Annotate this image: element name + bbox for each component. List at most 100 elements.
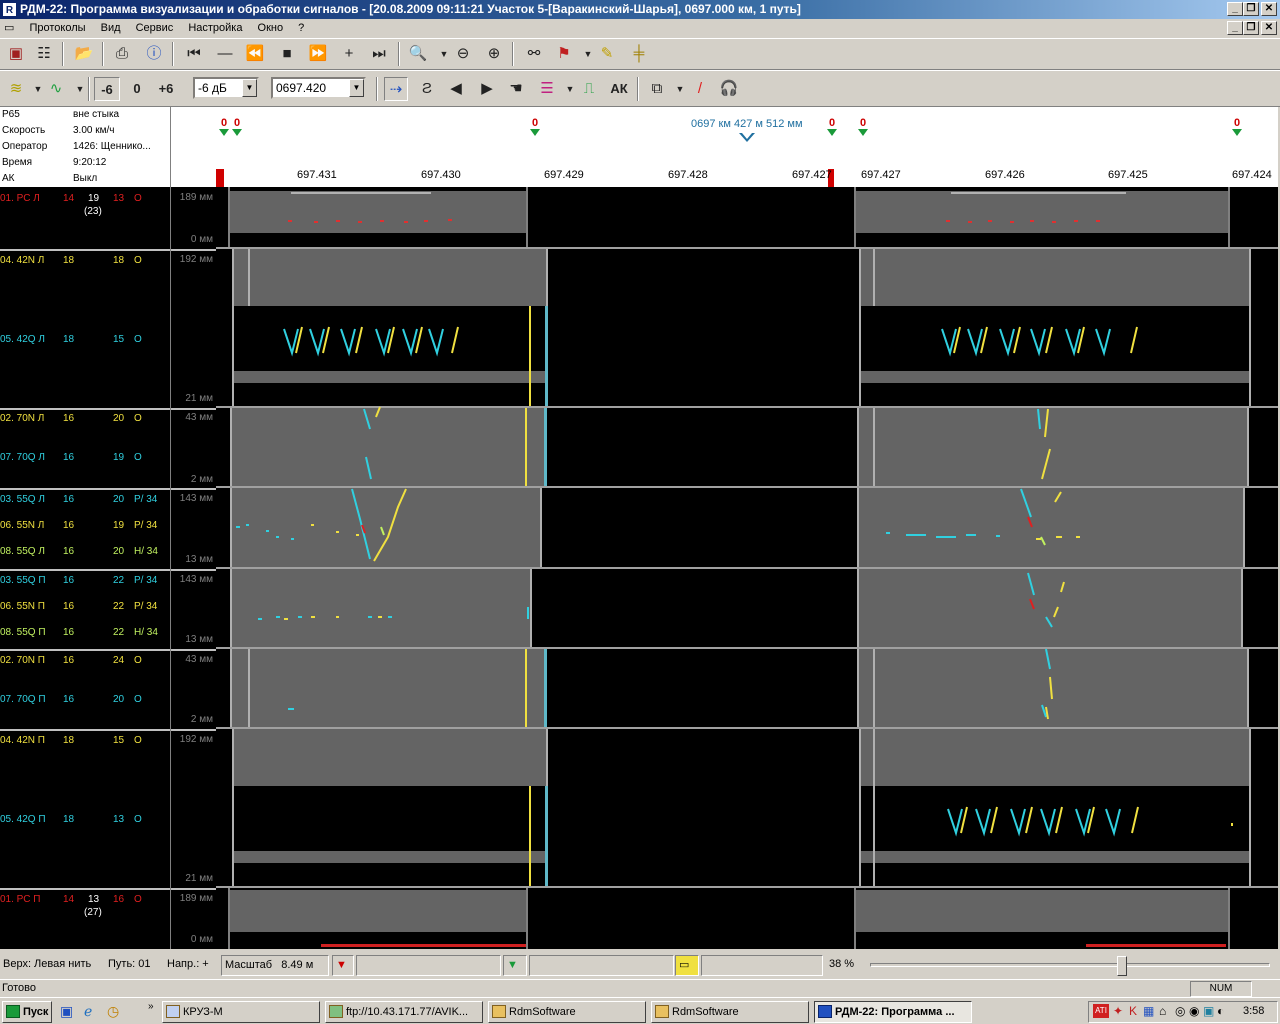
zoom-slider-track[interactable] [870, 963, 1270, 967]
marker-flag[interactable]: 0 [218, 117, 230, 136]
scale-bottom-label: 0 мм [190, 234, 213, 245]
km-tick-label: 697.425 [1108, 169, 1148, 181]
next-icon[interactable]: ▶ [475, 77, 499, 101]
km-tick-label: 697.430 [421, 169, 461, 181]
chart-icon[interactable]: ⧉ [645, 77, 669, 101]
pin-icon[interactable]: ✎ [595, 42, 619, 66]
scale-top-label: 43 мм [185, 654, 213, 665]
task-kruz[interactable]: КРУЗ-М [162, 1001, 320, 1023]
prev-icon[interactable]: ◀ [444, 77, 468, 101]
step-minus-icon[interactable]: — [213, 42, 237, 66]
minimize-button[interactable]: _ [1227, 2, 1243, 16]
coordinate-header[interactable]: 0 0 0 0 0 0 0697 км 427 м 512 мм 697.431… [216, 107, 1278, 187]
language-tray-icon[interactable]: ▦ [1143, 1004, 1154, 1018]
mdi-doc-icon[interactable]: ▭ [0, 19, 20, 38]
gain-zero-button[interactable]: 0 [125, 77, 149, 101]
scale-bottom-label: 21 мм [185, 393, 213, 404]
gain-select[interactable]: -6 дБ ▼ [193, 77, 259, 99]
status-field-1 [356, 955, 501, 976]
chevron-down-icon[interactable]: ▼ [349, 79, 364, 97]
channel-gain: 18 [63, 814, 75, 825]
marker-flag[interactable]: 0 [826, 117, 838, 136]
marker-flag[interactable]: 0 [1231, 117, 1243, 136]
task-rdm22[interactable]: РДМ-22: Программа ... [814, 1001, 972, 1023]
headphones-icon[interactable]: 🎧 [717, 77, 741, 101]
antivirus-tray-icon[interactable]: ✦ [1113, 1004, 1123, 1018]
rewind-icon[interactable]: ⏪ [243, 42, 267, 66]
menu-service[interactable]: Сервис [130, 19, 180, 38]
marker-flag[interactable]: 0 [529, 117, 541, 136]
waveform-icon[interactable]: ≋ [4, 77, 28, 101]
quicklaunch-expand-icon[interactable]: » [148, 1001, 154, 1012]
maximize-button[interactable]: ❐ [1243, 2, 1259, 16]
ie-quicklaunch-icon[interactable]: ℯ [84, 1003, 92, 1020]
green-marker-icon[interactable]: ▼ [503, 955, 527, 976]
mdi-minimize-button[interactable]: _ [1227, 21, 1243, 35]
monitor-tray-icon[interactable]: ▣ [1203, 1004, 1214, 1018]
gain-plus6-button[interactable]: +6 [154, 77, 178, 101]
hand-icon[interactable]: ☚ [504, 77, 528, 101]
ruler-icon[interactable]: ▭ [675, 955, 699, 976]
channel-gain: 14 [63, 193, 75, 204]
step-plus-icon[interactable]: + [337, 42, 361, 66]
step-signal-icon[interactable]: ⎍ [577, 77, 601, 101]
marker-flag[interactable]: 0 [231, 117, 243, 136]
task-rdmsoftware-2[interactable]: RdmSoftware [651, 1001, 809, 1023]
update-tray-icon[interactable]: ◎ [1175, 1004, 1185, 1018]
follow-cursor-icon[interactable]: ⇢ [384, 77, 408, 101]
menu-view[interactable]: Вид [95, 19, 127, 38]
gain-minus6-button[interactable]: -6 [94, 77, 120, 101]
km-tick-label: 697.428 [668, 169, 708, 181]
zoom-in-icon[interactable]: ⊕ [482, 42, 506, 66]
network-tray-icon[interactable]: ⌂ [1159, 1004, 1166, 1018]
print-icon[interactable]: ⎙ [110, 42, 134, 66]
zoom-out-icon[interactable]: ⊖ [451, 42, 475, 66]
close-button[interactable]: ✕ [1261, 2, 1277, 16]
signal-icon[interactable]: ∿ [44, 77, 68, 101]
info-icon[interactable]: ⓘ [142, 42, 166, 66]
fast-forward-icon[interactable]: ⏩ [306, 42, 330, 66]
task-rdmsoftware-1[interactable]: RdmSoftware [488, 1001, 646, 1023]
start-button[interactable]: Пуск [2, 1001, 52, 1023]
color-lines-icon[interactable]: ☰ [535, 77, 559, 101]
volume-tray-icon[interactable]: ◉ [1189, 1004, 1199, 1018]
zoom-icon[interactable]: 🔍 [406, 42, 430, 66]
menu-help[interactable]: ? [292, 19, 310, 38]
channel-attenuation: 18 [113, 255, 125, 266]
marker-flag[interactable]: 0 [857, 117, 869, 136]
menu-window[interactable]: Окно [252, 19, 290, 38]
signal-plot[interactable] [216, 187, 1278, 949]
zoom-slider-thumb[interactable] [1117, 956, 1127, 976]
go-start-icon[interactable]: ⏮ [182, 42, 206, 66]
mdi-restore-button[interactable]: ❐ [1243, 21, 1259, 35]
save-quicklaunch-icon[interactable]: ▣ [60, 1003, 73, 1020]
ak-button[interactable]: АК [607, 77, 631, 101]
database-icon[interactable]: ☷ [32, 42, 56, 66]
stop-icon[interactable]: ■ [275, 42, 299, 66]
km-tick-label: 697.424 [1232, 169, 1272, 181]
toolbar-signal: ≋ ▼ ∿ ▼ -6 0 +6 -6 дБ ▼ 0697.420 ▼ ⇢ Ƨ ◀… [0, 70, 1280, 107]
flag-icon[interactable]: ⚑ [552, 42, 576, 66]
channel-gain: 18 [63, 255, 75, 266]
menu-protocols[interactable]: Протоколы [23, 19, 91, 38]
channel-name: 06. 55N П [0, 601, 45, 612]
clock-quicklaunch-icon[interactable]: ◷ [107, 1003, 119, 1020]
device-icon[interactable]: ▣ [4, 42, 28, 66]
pen-icon[interactable]: / [688, 77, 712, 101]
task-ftp[interactable]: ftp://10.43.171.77/AVIK... [325, 1001, 483, 1023]
chevron-down-icon[interactable]: ▼ [242, 79, 257, 97]
binoculars-icon[interactable]: ⚯ [522, 42, 546, 66]
open-folder-icon[interactable]: 📂 [72, 42, 96, 66]
k-tray-icon[interactable]: K [1129, 1004, 1137, 1018]
menu-settings[interactable]: Настройка [182, 19, 248, 38]
ati-tray-icon[interactable]: ATI [1093, 1004, 1109, 1018]
folder-icon [655, 1005, 669, 1018]
mdi-close-button[interactable]: ✕ [1261, 21, 1277, 35]
red-marker-icon[interactable]: ▼ [332, 955, 354, 976]
rail-icon[interactable]: ╪ [627, 42, 651, 66]
go-end-icon[interactable]: ⏭ [367, 42, 391, 66]
headset-tray-icon[interactable]: ◐ [1217, 1004, 1224, 1018]
bracket-icon[interactable]: Ƨ [415, 77, 439, 101]
channel-mode: О [134, 694, 142, 705]
coordinate-input[interactable]: 0697.420 ▼ [271, 77, 366, 99]
